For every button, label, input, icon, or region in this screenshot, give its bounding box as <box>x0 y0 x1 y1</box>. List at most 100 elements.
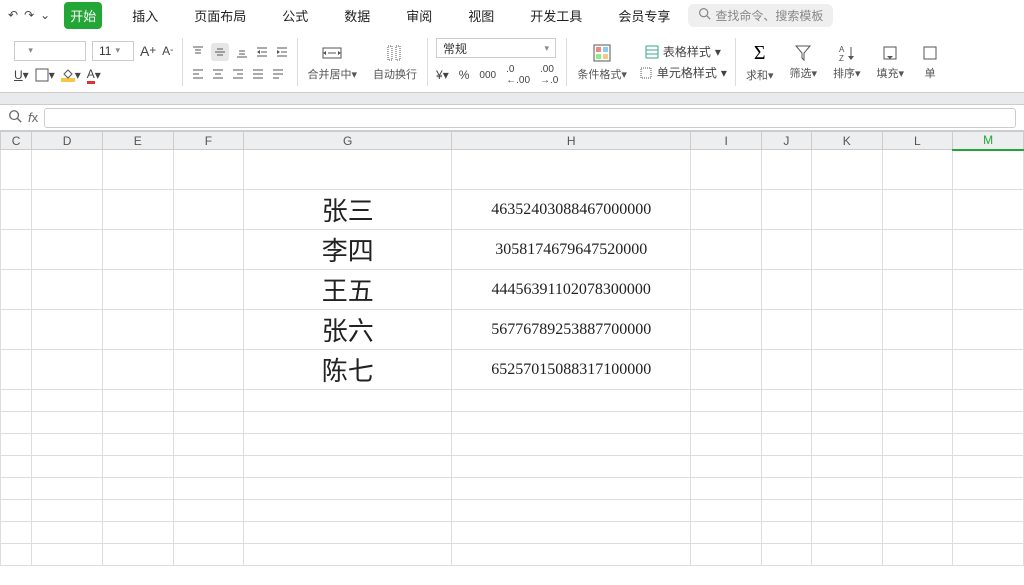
cell[interactable] <box>811 412 882 434</box>
indent-increase-icon[interactable] <box>275 45 289 59</box>
cell[interactable] <box>811 500 882 522</box>
cell[interactable] <box>173 270 244 310</box>
cell[interactable] <box>761 310 811 350</box>
cell[interactable] <box>102 190 173 230</box>
cell[interactable] <box>691 350 762 390</box>
tab-data[interactable]: 数据 <box>338 2 376 29</box>
cell[interactable] <box>882 390 953 412</box>
cell[interactable] <box>761 500 811 522</box>
cell[interactable] <box>953 522 1024 544</box>
cell[interactable] <box>882 434 953 456</box>
cell[interactable] <box>761 390 811 412</box>
cell[interactable] <box>811 544 882 566</box>
cell[interactable] <box>811 150 882 190</box>
cell[interactable] <box>32 500 103 522</box>
cell[interactable]: 65257015088317100000 <box>452 350 691 390</box>
cell[interactable] <box>1 478 32 500</box>
cell[interactable] <box>102 150 173 190</box>
cell[interactable] <box>102 230 173 270</box>
cell[interactable]: 56776789253887700000 <box>452 310 691 350</box>
cell[interactable] <box>691 522 762 544</box>
fx-icon[interactable]: fx <box>28 110 38 125</box>
align-top-icon[interactable] <box>191 45 205 59</box>
cell[interactable] <box>102 500 173 522</box>
merge-center-button[interactable]: 合并居中▾ <box>306 42 360 82</box>
cell[interactable] <box>761 522 811 544</box>
percent-icon[interactable]: % <box>459 68 470 82</box>
align-left-icon[interactable] <box>191 67 205 81</box>
cell[interactable] <box>452 412 691 434</box>
col-header-H[interactable]: H <box>452 132 691 150</box>
cell[interactable] <box>173 478 244 500</box>
align-bottom-icon[interactable] <box>235 45 249 59</box>
font-size-combo[interactable]: 11▾ <box>92 41 134 61</box>
cell[interactable] <box>882 310 953 350</box>
cell[interactable] <box>32 390 103 412</box>
qat-more-icon[interactable]: ⌄ <box>40 8 50 22</box>
cell[interactable]: 46352403088467000000 <box>452 190 691 230</box>
cell[interactable] <box>953 500 1024 522</box>
fill-color-icon[interactable]: ▾ <box>61 68 81 82</box>
cell[interactable] <box>691 270 762 310</box>
cell[interactable] <box>761 544 811 566</box>
cell[interactable] <box>102 544 173 566</box>
cell[interactable] <box>173 150 244 190</box>
cell[interactable] <box>761 190 811 230</box>
cell[interactable] <box>691 310 762 350</box>
cell[interactable] <box>811 230 882 270</box>
cell[interactable]: 张三 <box>244 190 452 230</box>
conditional-format-button[interactable]: 条件格式▾ <box>575 42 629 82</box>
cell[interactable] <box>882 456 953 478</box>
table-style-button[interactable]: 表格样式▾ <box>639 43 727 60</box>
cell[interactable] <box>173 434 244 456</box>
cell[interactable] <box>882 522 953 544</box>
cell[interactable] <box>452 544 691 566</box>
cell[interactable] <box>173 500 244 522</box>
singlecell-button[interactable]: 单 <box>918 43 942 81</box>
filter-button[interactable]: 筛选▾ <box>787 43 819 81</box>
cell[interactable] <box>1 412 32 434</box>
cell[interactable] <box>882 412 953 434</box>
tab-pagelayout[interactable]: 页面布局 <box>188 2 252 29</box>
cell[interactable] <box>953 434 1024 456</box>
cell[interactable] <box>953 478 1024 500</box>
cell[interactable] <box>691 412 762 434</box>
cell[interactable] <box>32 310 103 350</box>
tab-member[interactable]: 会员专享 <box>612 2 676 29</box>
cell[interactable] <box>452 390 691 412</box>
col-header-I[interactable]: I <box>691 132 762 150</box>
cell[interactable] <box>102 270 173 310</box>
cell[interactable]: 陈七 <box>244 350 452 390</box>
cell[interactable] <box>102 478 173 500</box>
cell[interactable] <box>882 270 953 310</box>
cell[interactable] <box>244 500 452 522</box>
cell[interactable] <box>32 544 103 566</box>
cell[interactable] <box>452 478 691 500</box>
cell[interactable] <box>691 500 762 522</box>
cell[interactable] <box>811 310 882 350</box>
cell[interactable] <box>761 350 811 390</box>
cell[interactable] <box>691 150 762 190</box>
cell[interactable] <box>102 522 173 544</box>
cell[interactable] <box>953 310 1024 350</box>
undo-icon[interactable]: ↶ <box>8 8 18 22</box>
col-header-G[interactable]: G <box>244 132 452 150</box>
cell[interactable] <box>811 478 882 500</box>
cell[interactable]: 王五 <box>244 270 452 310</box>
cell[interactable] <box>102 434 173 456</box>
cell[interactable] <box>1 500 32 522</box>
cell[interactable] <box>32 230 103 270</box>
cell[interactable] <box>244 522 452 544</box>
cell[interactable] <box>173 544 244 566</box>
cell[interactable]: 44456391102078300000 <box>452 270 691 310</box>
cell[interactable] <box>761 434 811 456</box>
comma-style-icon[interactable]: 000 <box>479 70 496 81</box>
cell[interactable] <box>32 412 103 434</box>
cell[interactable] <box>811 434 882 456</box>
cell[interactable] <box>691 478 762 500</box>
cell[interactable] <box>244 456 452 478</box>
cell[interactable] <box>761 456 811 478</box>
underline-icon[interactable]: U▾ <box>14 68 29 82</box>
cell[interactable] <box>173 190 244 230</box>
cell[interactable] <box>1 544 32 566</box>
